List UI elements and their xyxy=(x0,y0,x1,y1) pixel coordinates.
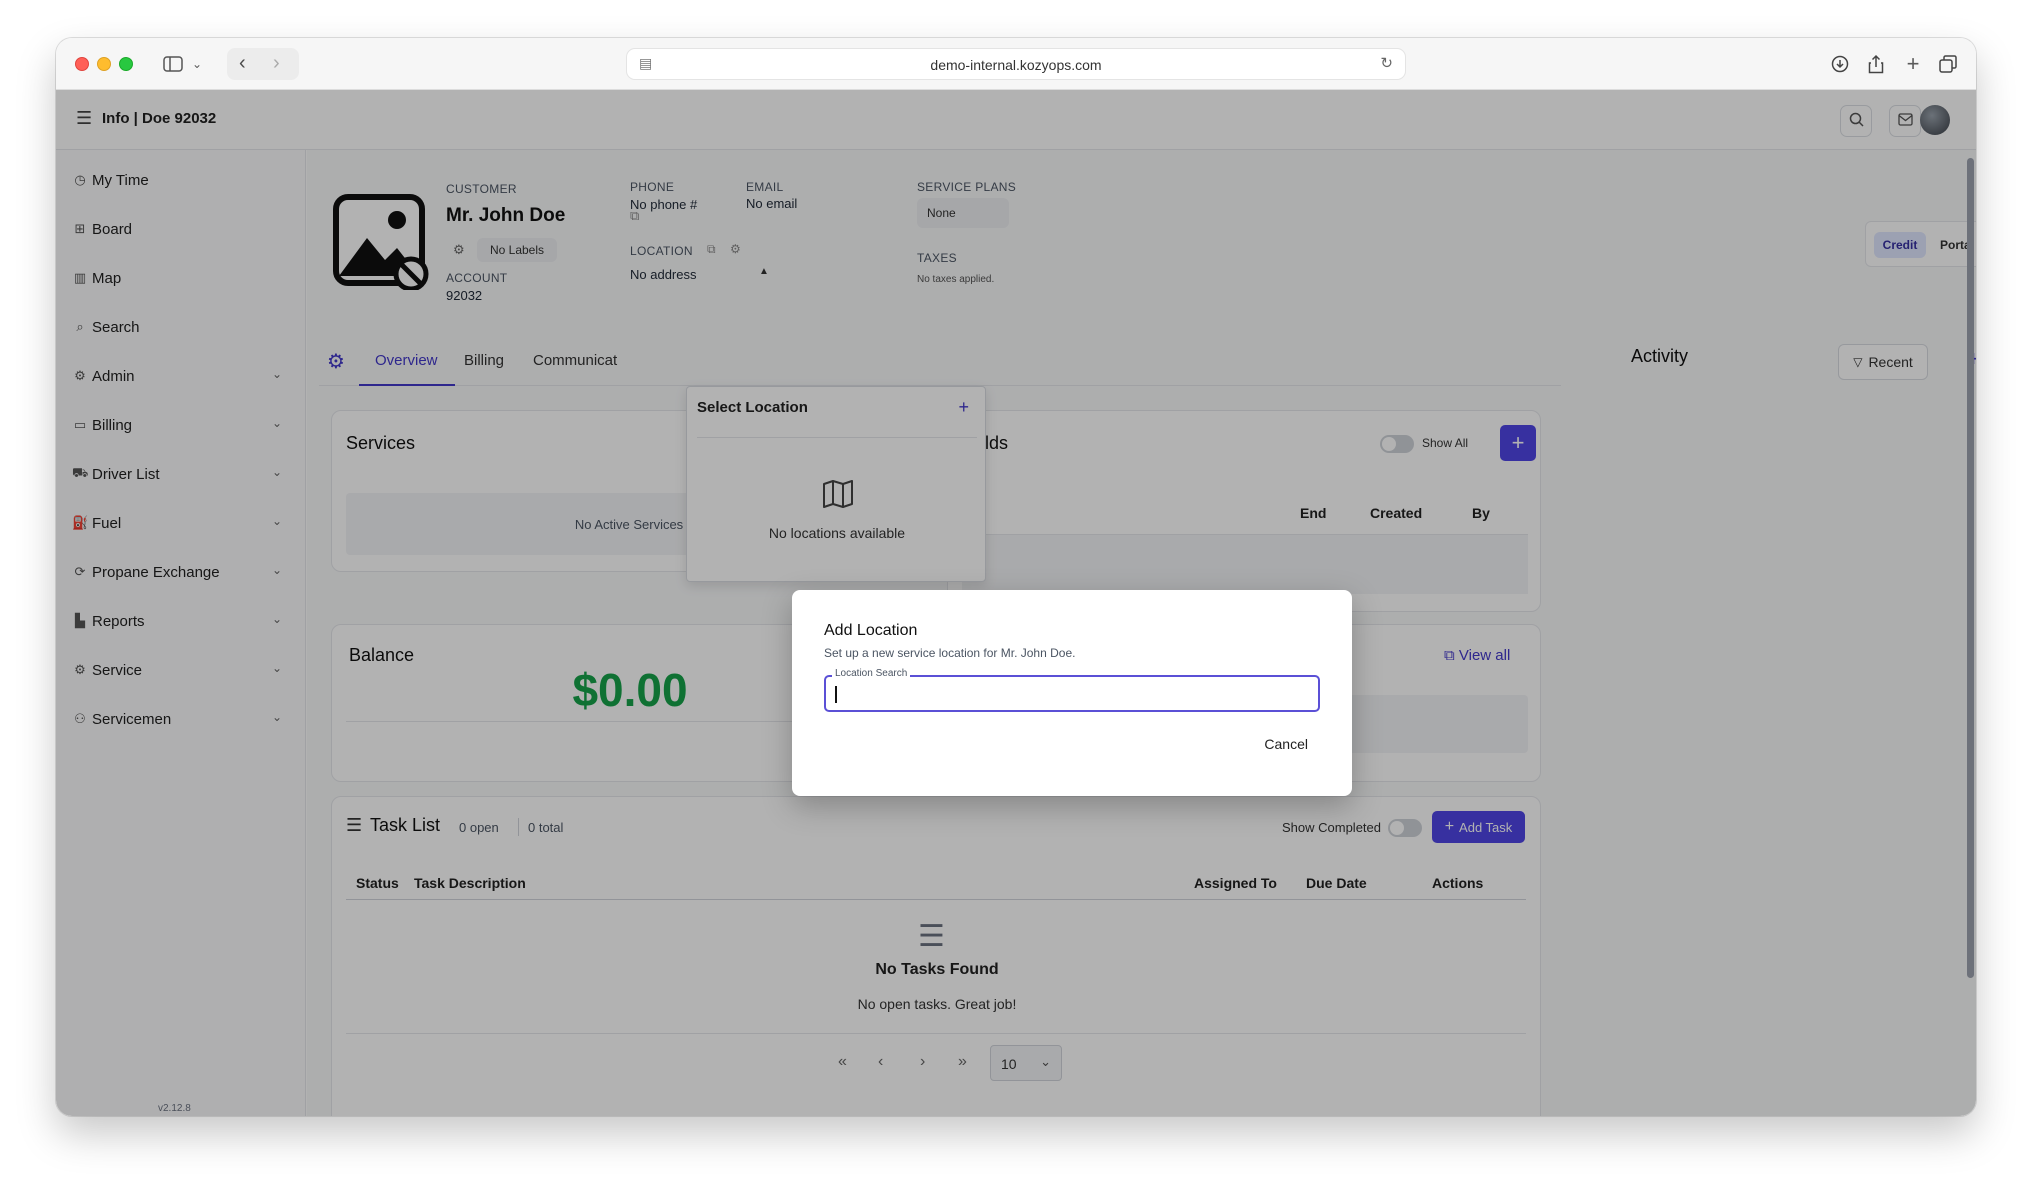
history-nav: ‹ › xyxy=(227,48,299,80)
add-location-dialog: Add Location Set up a new service locati… xyxy=(792,590,1352,796)
tab-overview-icon[interactable] xyxy=(1936,52,1960,76)
dialog-subtitle: Set up a new service location for Mr. Jo… xyxy=(824,646,1076,660)
browser-window: ⌄ ‹ › ▤ demo-internal.kozyops.com ↻ + ☰ … xyxy=(56,38,1976,1116)
sidebar-toggle-icon[interactable] xyxy=(160,52,186,76)
share-icon[interactable] xyxy=(1864,52,1888,76)
chevron-down-icon[interactable]: ⌄ xyxy=(190,52,204,76)
location-search-field[interactable]: Location Search xyxy=(824,668,1320,712)
zoom-window-button[interactable] xyxy=(119,57,133,71)
minimize-window-button[interactable] xyxy=(97,57,111,71)
download-icon[interactable] xyxy=(1828,52,1852,76)
forward-icon[interactable]: › xyxy=(273,52,280,75)
new-tab-icon[interactable]: + xyxy=(1901,51,1925,76)
location-search-input[interactable] xyxy=(834,684,1304,704)
cancel-button[interactable]: Cancel xyxy=(1264,736,1308,752)
location-search-label: Location Search xyxy=(832,668,911,679)
reload-icon[interactable]: ↻ xyxy=(1380,54,1393,72)
text-caret xyxy=(835,686,837,703)
app: ☰ Info | Doe 92032 ◷ My Time ⊞ Board ▥ Map … xyxy=(56,90,1976,1116)
close-window-button[interactable] xyxy=(75,57,89,71)
address-bar[interactable]: ▤ demo-internal.kozyops.com ↻ xyxy=(626,48,1406,80)
back-icon[interactable]: ‹ xyxy=(239,52,246,75)
url-text: demo-internal.kozyops.com xyxy=(930,57,1102,73)
dialog-title: Add Location xyxy=(824,622,918,639)
browser-toolbar: ⌄ ‹ › ▤ demo-internal.kozyops.com ↻ + xyxy=(56,38,1976,90)
